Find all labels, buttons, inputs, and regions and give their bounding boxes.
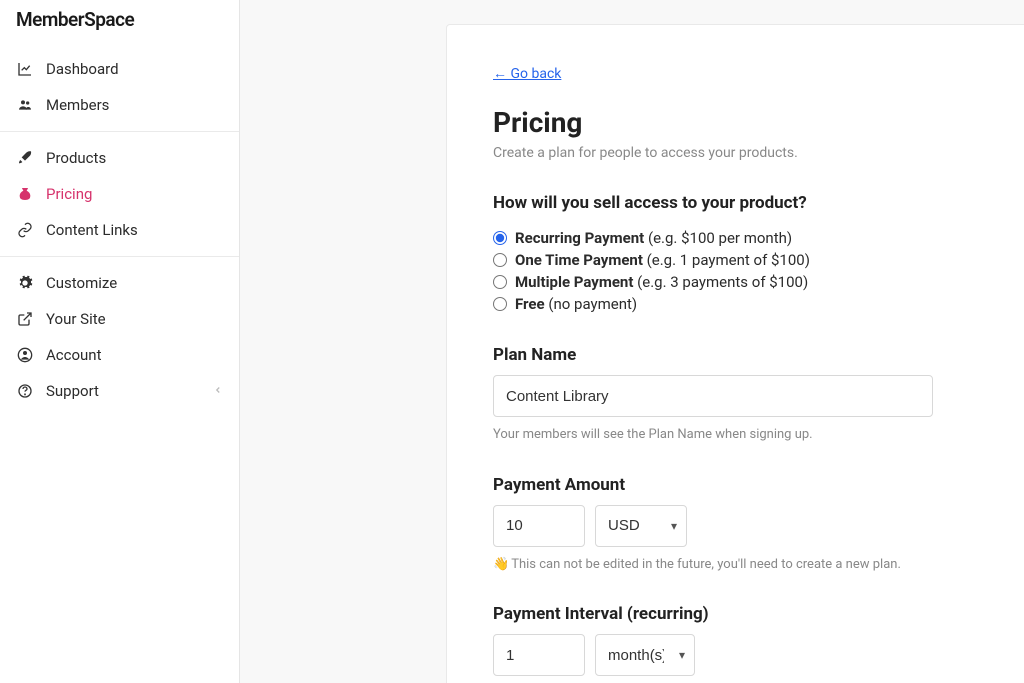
pricing-form-card: ← Go back Pricing Create a plan for peop… [446,24,1024,683]
page-subtitle: Create a plan for people to access your … [493,145,1024,161]
sidebar-item-customize[interactable]: Customize [0,265,239,301]
radio-input[interactable] [493,253,507,267]
currency-select[interactable]: USD [595,505,687,547]
main-content: ← Go back Pricing Create a plan for peop… [240,0,1024,683]
sidebar-item-content-links[interactable]: Content Links [0,212,239,248]
sidebar-item-account[interactable]: Account [0,337,239,373]
sidebar-item-label: Customize [46,274,117,292]
money-bag-icon [16,185,34,203]
plan-name-input[interactable] [493,375,933,417]
sidebar-item-pricing[interactable]: Pricing [0,176,239,212]
brand-logo: MemberSpace [0,0,239,43]
sidebar-item-members[interactable]: Members [0,87,239,123]
plan-name-help: Your members will see the Plan Name when… [493,425,1024,445]
payment-amount-label: Payment Amount [493,475,1024,495]
chevron-right-icon [213,383,223,399]
go-back-link[interactable]: ← Go back [493,66,561,82]
help-icon [16,382,34,400]
members-icon [16,96,34,114]
external-icon [16,310,34,328]
radio-input[interactable] [493,231,507,245]
sidebar-item-label: Support [46,382,99,400]
wave-icon: 👋 [493,557,509,572]
radio-free[interactable]: Free (no payment) [493,293,1024,315]
sidebar-item-dashboard[interactable]: Dashboard [0,51,239,87]
sidebar-item-label: Account [46,346,102,364]
interval-unit-select[interactable]: month(s) [595,634,695,676]
radio-recurring-payment[interactable]: Recurring Payment (e.g. $100 per month) [493,227,1024,249]
sidebar-item-support[interactable]: Support [0,373,239,409]
payment-interval-input[interactable] [493,634,585,676]
sidebar-item-your-site[interactable]: Your Site [0,301,239,337]
radio-input[interactable] [493,275,507,289]
sidebar-item-label: Members [46,96,109,114]
payment-amount-input[interactable] [493,505,585,547]
sidebar-item-label: Your Site [46,310,106,328]
plan-name-label: Plan Name [493,345,1024,365]
sidebar-item-label: Content Links [46,221,138,239]
sidebar-item-label: Dashboard [46,60,119,78]
link-icon [16,221,34,239]
payment-type-radio-group: Recurring Payment (e.g. $100 per month) … [493,227,1024,315]
gear-icon [16,274,34,292]
sidebar-item-label: Pricing [46,185,92,203]
payment-amount-help: 👋This can not be edited in the future, y… [493,555,1024,575]
rocket-icon [16,149,34,167]
sell-access-question: How will you sell access to your product… [493,193,1024,213]
radio-one-time-payment[interactable]: One Time Payment (e.g. 1 payment of $100… [493,249,1024,271]
chart-icon [16,60,34,78]
radio-input[interactable] [493,297,507,311]
sidebar-item-label: Products [46,149,106,167]
page-title: Pricing [493,106,1024,139]
account-icon [16,346,34,364]
radio-multiple-payment[interactable]: Multiple Payment (e.g. 3 payments of $10… [493,271,1024,293]
payment-interval-label: Payment Interval (recurring) [493,604,1024,624]
sidebar-item-products[interactable]: Products [0,140,239,176]
sidebar: MemberSpace Dashboard Members Products [0,0,240,683]
